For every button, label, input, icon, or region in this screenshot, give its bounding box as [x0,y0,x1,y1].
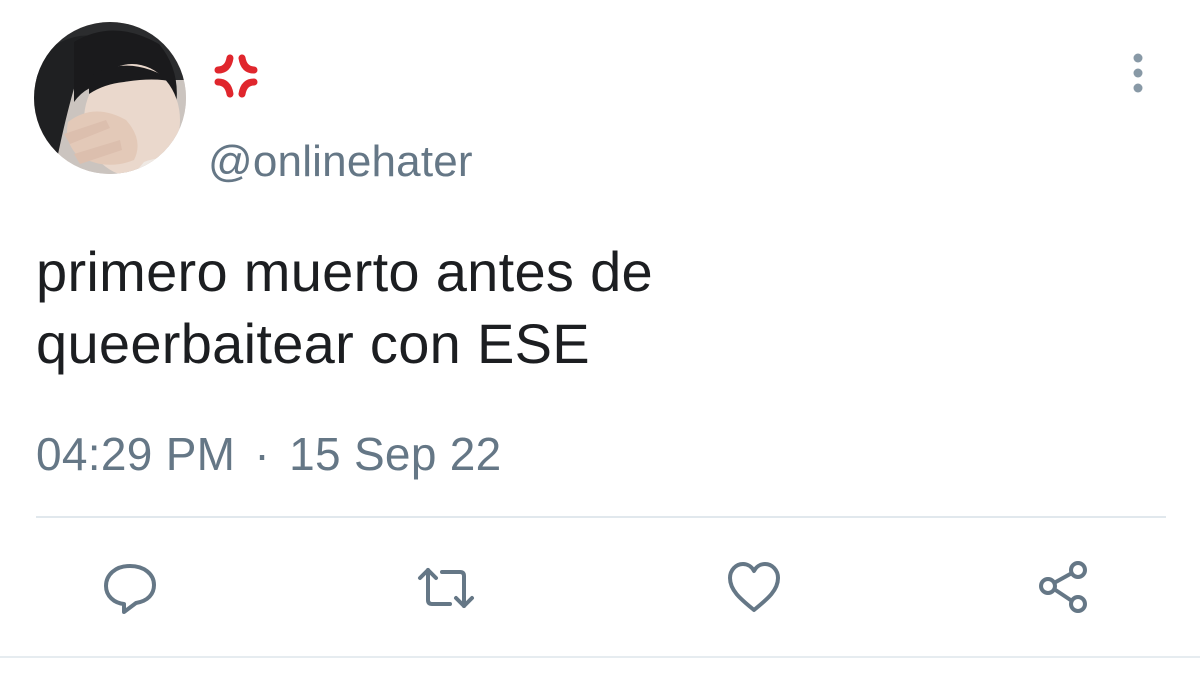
anger-symbol-icon [214,54,258,98]
more-options-button[interactable] [1122,52,1154,96]
retweet-icon [418,568,474,608]
timestamp-separator: · [254,428,271,480]
tweet-date: 15 Sep 22 [289,428,502,480]
vertical-ellipsis-icon [1133,53,1143,93]
user-handle[interactable]: @onlinehater [208,136,473,188]
reply-button[interactable] [98,556,162,620]
reply-icon [104,564,156,614]
share-button[interactable] [1032,556,1096,620]
tweet-timestamp[interactable]: 04:29 PM · 15 Sep 22 [36,426,502,482]
bottom-divider [0,656,1200,658]
display-name-emoji[interactable] [210,50,262,102]
share-icon [1039,561,1087,613]
divider [36,516,1166,518]
retweet-button[interactable] [414,556,478,620]
tweet-text: primero muerto antes de queerbaitear con… [36,240,653,375]
avatar-photo [34,22,186,174]
like-button[interactable] [722,556,786,620]
like-icon [728,562,780,612]
tweet-time: 04:29 PM [36,428,236,480]
avatar[interactable] [34,22,186,174]
